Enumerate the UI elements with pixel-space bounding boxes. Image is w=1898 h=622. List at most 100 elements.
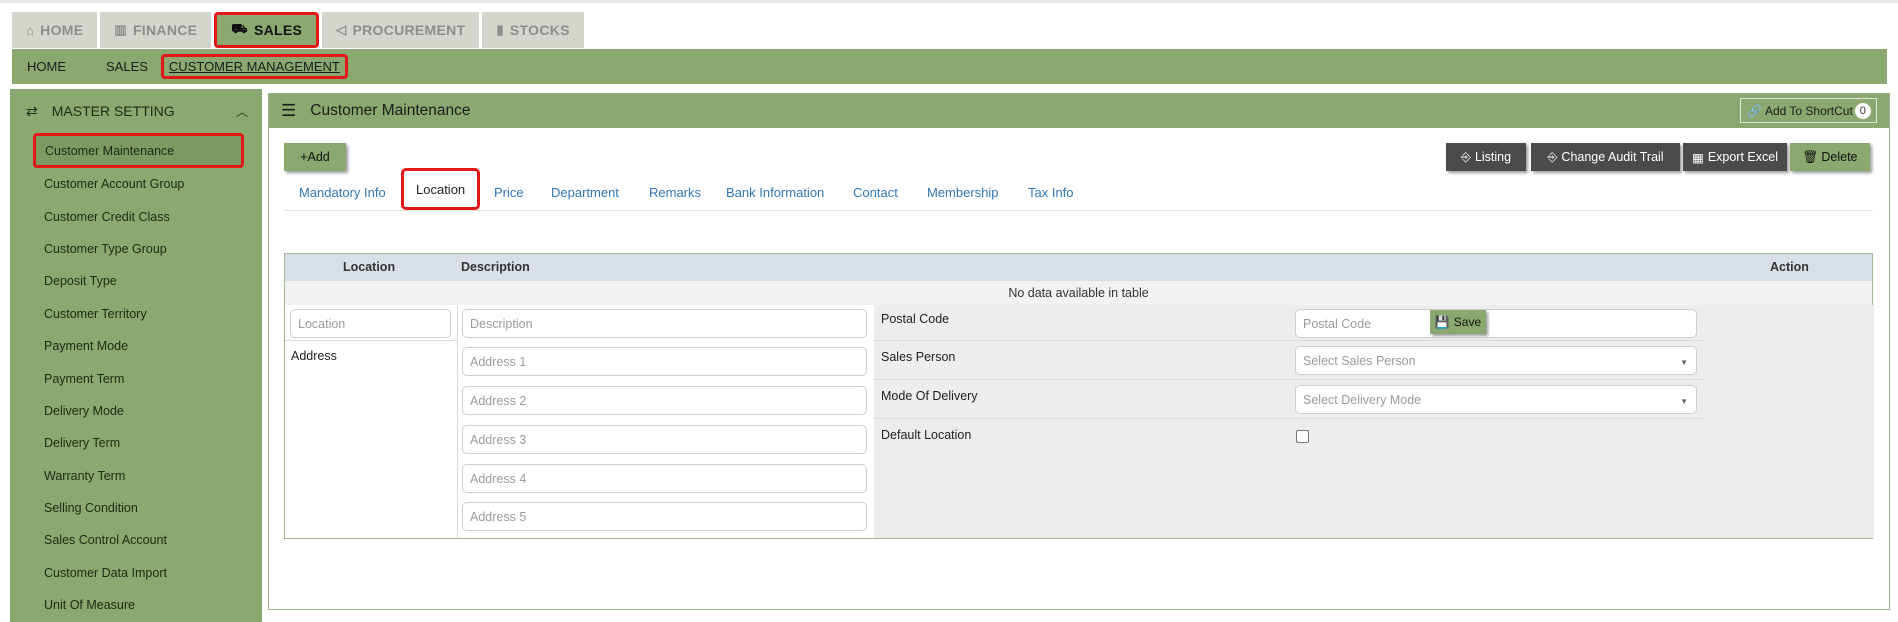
- table-header: Location Description Action: [285, 254, 1872, 281]
- change-audit-trail-button[interactable]: ⎆ Change Audit Trail: [1531, 143, 1680, 171]
- address-4-input[interactable]: Address 4: [462, 464, 867, 493]
- listing-button[interactable]: ⎆ Listing: [1446, 143, 1526, 171]
- field-label-column: Postal Code Sales Person Mode Of Deliver…: [874, 305, 1290, 538]
- sidebar-item-warranty-term[interactable]: Warranty Term: [10, 460, 262, 492]
- sidebar-item-delivery-mode[interactable]: Delivery Mode: [10, 395, 262, 427]
- delete-button[interactable]: 🗑 Delete: [1790, 143, 1870, 171]
- breadcrumb: HOME SALES CUSTOMER MANAGEMENT: [12, 49, 1887, 84]
- save-button-label: Save: [1453, 315, 1482, 329]
- tab-stocks-label: STOCKS: [509, 22, 570, 38]
- tab-department[interactable]: Department: [551, 185, 619, 200]
- link-icon: 🔗: [1747, 103, 1762, 118]
- sidebar-item-payment-term[interactable]: Payment Term: [10, 362, 262, 394]
- home-icon: ⌂: [26, 22, 35, 38]
- delete-label: Delete: [1821, 150, 1858, 164]
- add-to-shortcut-button[interactable]: 🔗 Add To ShortCut 0: [1740, 98, 1877, 123]
- tab-remarks[interactable]: Remarks: [649, 185, 701, 200]
- export-excel-button[interactable]: ▦ Export Excel: [1683, 143, 1787, 171]
- sidebar-item-delivery-term[interactable]: Delivery Term: [10, 427, 262, 459]
- sidebar-item-customer-credit-class[interactable]: Customer Credit Class: [10, 200, 262, 232]
- bank-icon: ▥: [114, 22, 127, 37]
- floppy-disk-icon: 💾: [1434, 315, 1450, 329]
- tab-price[interactable]: Price: [494, 185, 524, 200]
- tab-finance-label: FINANCE: [132, 22, 198, 38]
- panel-header: ☰ Customer Maintenance 🔗 Add To ShortCut…: [269, 94, 1889, 128]
- sidebar-item-selling-condition[interactable]: Selling Condition: [10, 492, 262, 524]
- location-column: Location Address: [285, 305, 458, 538]
- sales-person-select[interactable]: Select Sales Person ▼: [1295, 346, 1697, 375]
- tab-home[interactable]: ⌂ HOME: [12, 12, 98, 48]
- top-border: [0, 0, 1898, 3]
- breadcrumb-home[interactable]: HOME: [27, 59, 66, 74]
- postal-code-label: Postal Code: [881, 312, 950, 326]
- tab-sales[interactable]: ⛟ SALES: [214, 12, 320, 48]
- tab-membership[interactable]: Membership: [927, 185, 999, 200]
- delivery-mode-select[interactable]: Select Delivery Mode ▼: [1295, 385, 1697, 414]
- sign-out-icon: ⎆: [1547, 149, 1558, 164]
- sidebar-item-customer-type-group[interactable]: Customer Type Group: [10, 233, 262, 265]
- sidebar-item-sales-control-account[interactable]: Sales Control Account: [10, 524, 262, 556]
- tab-sales-label: SALES: [253, 22, 303, 38]
- page-title: Customer Maintenance: [310, 102, 471, 119]
- row-divider: [874, 379, 1289, 380]
- sidebar-item-payment-mode[interactable]: Payment Mode: [10, 330, 262, 362]
- export-excel-label: Export Excel: [1707, 150, 1778, 164]
- location-input[interactable]: Location: [290, 309, 451, 338]
- tab-finance[interactable]: ▥ FINANCE: [100, 12, 212, 48]
- listing-label: Listing: [1474, 150, 1512, 164]
- megaphone-icon: ◁: [336, 22, 347, 37]
- swap-arrows-icon: ⇄: [26, 102, 38, 119]
- detail-tabs: Mandatory Info Location Price Department…: [285, 168, 1873, 211]
- module-tabs: ⌂ HOME ▥ FINANCE ⛟ SALES ◁ PROCUREMENT ▮ STOC…: [12, 12, 587, 48]
- chevron-up-icon[interactable]: ︿: [236, 103, 248, 120]
- tab-tax-info[interactable]: Tax Info: [1028, 185, 1074, 200]
- column-header-location[interactable]: Location: [343, 260, 395, 274]
- address-5-input[interactable]: Address 5: [462, 502, 867, 531]
- tab-contact[interactable]: Contact: [853, 185, 898, 200]
- sidebar-header[interactable]: ⇄ MASTER SETTING ︿: [10, 89, 262, 133]
- sidebar-item-customer-data-import[interactable]: Customer Data Import: [10, 557, 262, 589]
- add-button[interactable]: +Add: [284, 143, 346, 171]
- row-divider: [1289, 379, 1705, 380]
- address-1-input[interactable]: Address 1: [462, 347, 867, 376]
- row-divider: [1289, 418, 1705, 419]
- save-button[interactable]: 💾 Save: [1430, 310, 1486, 334]
- row-divider: [1289, 340, 1705, 341]
- sales-person-select-text: Select Sales Person: [1303, 353, 1416, 368]
- tab-procurement[interactable]: ◁ PROCUREMENT: [322, 12, 480, 48]
- excel-file-icon: ▦: [1692, 150, 1704, 165]
- tab-home-label: HOME: [40, 22, 84, 38]
- dropdown-caret-icon: ▼: [1680, 397, 1688, 406]
- sidebar: ⇄ MASTER SETTING ︿ Customer Maintenance …: [10, 89, 262, 622]
- delivery-mode-select-text: Select Delivery Mode: [1303, 392, 1422, 407]
- column-header-description[interactable]: Description: [461, 260, 530, 274]
- tab-bank-information[interactable]: Bank Information: [726, 185, 824, 200]
- column-header-action: Action: [1770, 260, 1809, 274]
- description-input[interactable]: Description: [462, 309, 867, 338]
- tab-stocks[interactable]: ▮ STOCKS: [482, 12, 584, 48]
- row-divider: [874, 340, 1289, 341]
- postal-code-input[interactable]: Postal Code: [1295, 309, 1697, 338]
- sidebar-item-unit-of-measure[interactable]: Unit Of Measure: [10, 589, 262, 621]
- menu-icon[interactable]: ☰: [281, 101, 296, 121]
- sidebar-item-deposit-type[interactable]: Deposit Type: [10, 265, 262, 297]
- address-2-input[interactable]: Address 2: [462, 386, 867, 415]
- tab-location[interactable]: Location: [401, 168, 481, 210]
- breadcrumb-customer-management[interactable]: CUSTOMER MANAGEMENT: [160, 54, 348, 79]
- description-column: Description Address 1 Address 2 Address …: [457, 305, 875, 538]
- sidebar-item-customer-maintenance[interactable]: Customer Maintenance: [33, 133, 244, 168]
- breadcrumb-sales[interactable]: SALES: [106, 59, 148, 74]
- sidebar-header-label: MASTER SETTING: [51, 103, 175, 119]
- sidebar-item-customer-account-group[interactable]: Customer Account Group: [10, 168, 262, 200]
- action-column: [1705, 305, 1874, 538]
- tab-procurement-label: PROCUREMENT: [352, 22, 466, 38]
- location-table: Location Description Action No data avai…: [284, 253, 1874, 539]
- empty-table-message: No data available in table: [285, 281, 1872, 305]
- sign-out-icon: ⎆: [1460, 149, 1471, 164]
- cart-icon: ⛟: [231, 21, 248, 36]
- default-location-label: Default Location: [881, 428, 972, 442]
- tab-mandatory-info[interactable]: Mandatory Info: [299, 185, 386, 200]
- address-3-input[interactable]: Address 3: [462, 425, 867, 454]
- default-location-checkbox[interactable]: [1296, 430, 1309, 443]
- sidebar-item-customer-territory[interactable]: Customer Territory: [10, 298, 262, 330]
